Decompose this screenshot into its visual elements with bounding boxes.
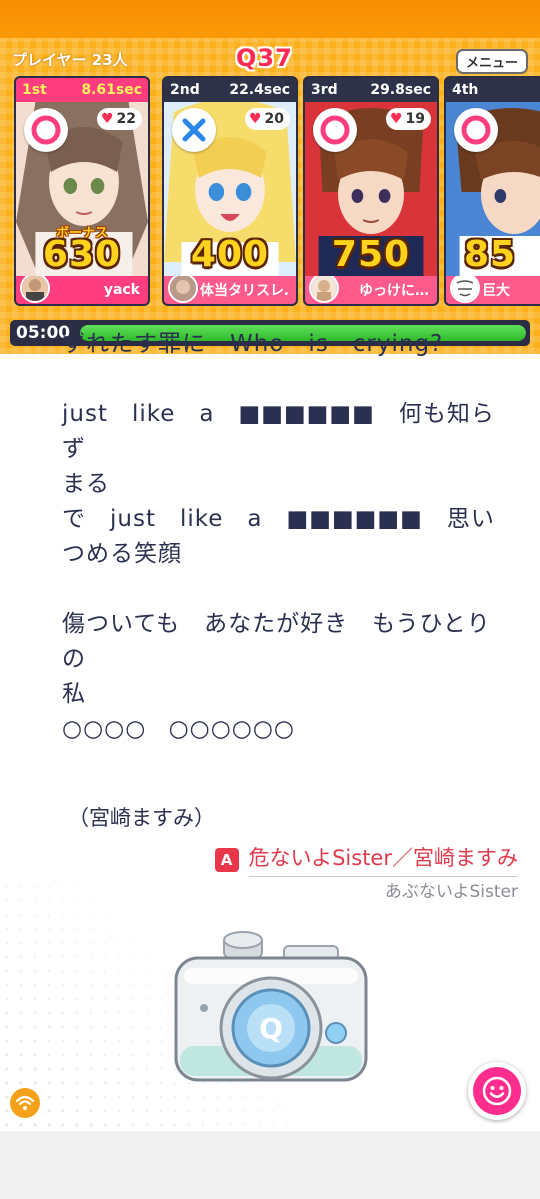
lyrics-line: ○○○○ ○○○○○○ [62, 716, 295, 742]
heart-icon: ♥ [389, 111, 403, 127]
card-footer: 巨大 [446, 276, 540, 304]
card-header: 4th 30 [446, 78, 540, 102]
player-count: プレイヤー 23人 [12, 51, 128, 69]
lyrics-line: ず [62, 436, 86, 462]
lyrics-line: just like a ■■■■■■ 何も知ら [62, 401, 495, 427]
lyrics-line: 傷ついても あなたが好き もうひとりの [62, 611, 491, 672]
lyrics-panel: ずれたす罪に Who is crying? just like a ■■■■■■… [62, 331, 502, 782]
hearts-count: 20 [264, 111, 284, 127]
player-card-4[interactable]: 4th 30 85 巨大 [444, 76, 540, 306]
heart-icon: ♥ [100, 111, 114, 127]
question-number: Q37 [236, 44, 293, 72]
avatar [450, 276, 480, 303]
hearts-badge: ♥ 20 [244, 108, 290, 130]
lyrics-line: つめる笑顔 [62, 541, 182, 567]
hearts-count: 19 [405, 111, 425, 127]
card-header: 2nd 22.4sec [164, 78, 296, 102]
answer-row: A 危ないよSister／宮崎ますみ [214, 842, 518, 877]
menu-button[interactable]: メニュー [456, 49, 528, 74]
answer-time: 22.4sec [229, 82, 290, 98]
rank-label: 2nd [170, 82, 200, 98]
player-name: 巨大 [482, 283, 510, 299]
answer-time: 8.61sec [81, 82, 142, 98]
player-name: yack [103, 282, 140, 298]
lyrics-line: 私 [62, 681, 86, 707]
wrong-cross-icon [172, 108, 216, 152]
player-score: 85 [464, 234, 517, 275]
heart-icon: ♥ [248, 111, 262, 127]
svg-text:Q: Q [259, 1012, 283, 1045]
card-footer: 体当タリスレ… [164, 276, 296, 304]
answer-title: 危ないよSister／宮崎ますみ [248, 842, 518, 877]
card-footer: ゆっけに… [305, 276, 437, 304]
rank-label: 4th [452, 82, 479, 98]
lyrics-line: ずれたす罪に Who is crying? [62, 331, 444, 357]
correct-circle-icon [454, 108, 498, 152]
correct-circle-icon [24, 108, 68, 152]
card-footer: yack [16, 276, 148, 304]
rank-label: 1st [22, 82, 47, 98]
lyrics-block-1: ずれたす罪に Who is crying? [62, 327, 502, 362]
player-card-2[interactable]: 2nd 22.4sec ♥ 20 400 体当タリスレ [162, 76, 298, 306]
answer-time: 29.8sec [370, 82, 431, 98]
avatar [20, 276, 50, 303]
lyrics-block-2: just like a ■■■■■■ 何も知ら ず まる で just like… [62, 397, 502, 572]
player-score: 630 [42, 234, 122, 275]
rank-label: 3rd [311, 82, 338, 98]
answer-badge: A [214, 847, 239, 872]
smile-icon [473, 1067, 521, 1115]
player-score: 750 [331, 234, 411, 275]
camera-icon[interactable]: Q [166, 928, 376, 1098]
avatar [168, 276, 198, 303]
lyrics-line: まる [62, 471, 110, 497]
quiz-hud: プレイヤー 23人 Q37 メニュー 1st 8.61sec ♥ 22 ボーナス… [0, 0, 540, 354]
hearts-badge: ♥ 22 [96, 108, 142, 130]
hearts-badge: ♥ 19 [385, 108, 431, 130]
correct-circle-icon [313, 108, 357, 152]
player-name: 体当タリスレ… [200, 283, 288, 299]
player-score: 400 [190, 234, 270, 275]
card-header: 3rd 29.8sec [305, 78, 437, 102]
player-card-3[interactable]: 3rd 29.8sec ♥ 19 750 ゆっけに… [303, 76, 439, 306]
hud-top-strip [0, 0, 540, 38]
answer-reading: あぶないよSister [384, 882, 518, 902]
card-header: 1st 8.61sec [16, 78, 148, 102]
player-name: ゆっけに… [359, 283, 429, 299]
reaction-button[interactable] [468, 1062, 526, 1120]
wifi-icon [10, 1088, 40, 1118]
lyrics-block-3: 傷ついても あなたが好き もうひとりの 私 ○○○○ ○○○○○○ [62, 607, 502, 747]
player-card-1[interactable]: 1st 8.61sec ♥ 22 ボーナス 630 yack [14, 76, 150, 306]
avatar [309, 276, 339, 303]
hearts-count: 22 [116, 111, 136, 127]
bottom-bar [0, 1131, 540, 1199]
player-cards: 1st 8.61sec ♥ 22 ボーナス 630 yack 2nd 22.4s… [14, 76, 540, 308]
lyrics-line: で just like a ■■■■■■ 思い [62, 506, 495, 532]
artist-credit: （宮崎ますみ） [68, 806, 215, 830]
